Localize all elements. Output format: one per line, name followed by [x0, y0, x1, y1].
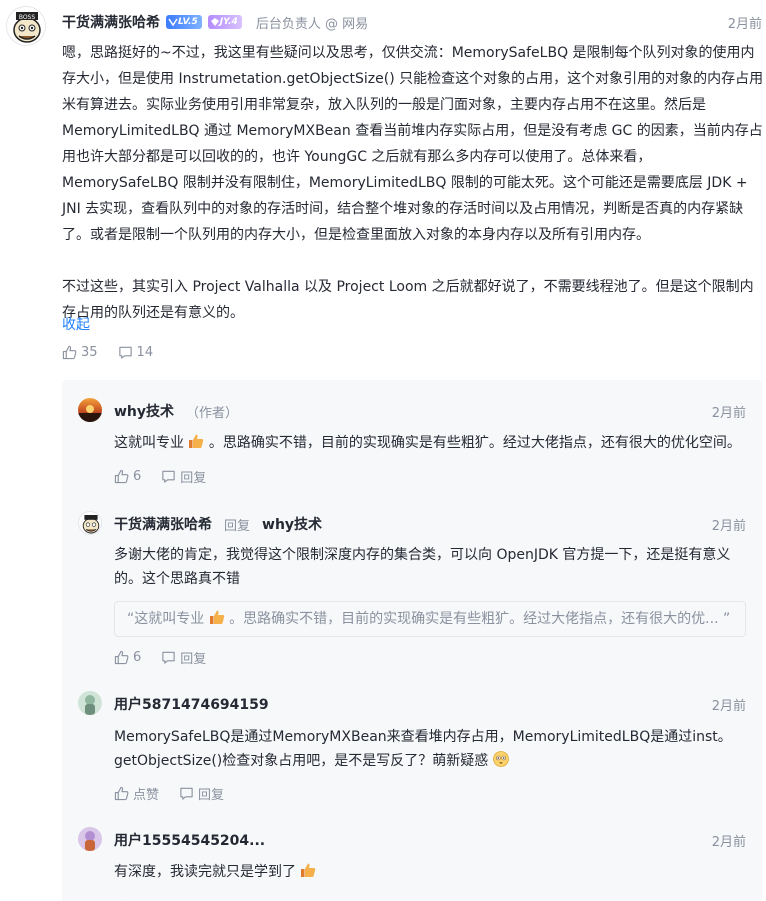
- reply-time: 2月前: [711, 518, 746, 534]
- diamond-icon: [210, 18, 219, 26]
- like-button[interactable]: 6: [114, 469, 141, 484]
- reply-header: 用户15554545204... 2月前: [114, 830, 746, 850]
- reply-list: why技术 （作者） 2月前 这就叫专业 。思路确实不错，目前的实现确实是有些粗…: [62, 380, 762, 901]
- comment-header: 干货满满张哈希 LV.5 JY.4 后台负责人 @ 网易 2月前: [62, 12, 762, 32]
- reply-author[interactable]: 干货满满张哈希: [114, 514, 212, 534]
- reply-avatar[interactable]: [78, 398, 102, 422]
- reply-avatar[interactable]: [78, 511, 102, 535]
- comment-actions: 35 14: [62, 345, 173, 360]
- reply-header: why技术 （作者） 2月前: [114, 401, 746, 421]
- reply-text: MemorySafeLBQ是通过MemoryMXBean来查看堆内存占用，Mem…: [114, 729, 732, 769]
- reply-author[interactable]: why技术: [114, 401, 174, 421]
- reply-actions: 6 回复: [114, 648, 226, 667]
- reply-actions: 点赞 回复: [114, 784, 244, 803]
- like-count: 35: [81, 345, 98, 360]
- comment-paragraph: 不过这些，其实引入 Project Valhalla 以及 Project Lo…: [62, 279, 754, 321]
- reply-label: 回复: [180, 471, 207, 486]
- reply-content: 这就叫专业 。思路确实不错，目前的实现确实是有些粗犷。经过大佬指点，还有很大的优…: [114, 431, 746, 455]
- reply-button[interactable]: 回复: [161, 648, 206, 667]
- comment-count: 14: [136, 345, 154, 360]
- reply-avatar[interactable]: [78, 827, 102, 851]
- quote-text: 。思路确实不错，目前的实现确实是有些粗犷。经过大佬指点，还有很大的优... ”: [229, 611, 731, 627]
- like-button[interactable]: 点赞: [114, 784, 159, 803]
- flushed-face-emoji-icon: [492, 751, 509, 767]
- comment-time: 2月前: [727, 16, 762, 32]
- collapse-link[interactable]: 收起: [62, 314, 90, 334]
- level-text: LV.5: [178, 17, 198, 27]
- reply-author[interactable]: 用户5871474694159: [114, 694, 269, 714]
- svg-text:BOSS: BOSS: [19, 14, 36, 21]
- level-icon: [168, 18, 178, 27]
- thumbs-up-icon: [114, 786, 129, 801]
- reply-header: 干货满满张哈希 回复 why技术 2月前: [114, 514, 746, 534]
- reply-label: 回复: [198, 788, 225, 803]
- quoted-reply[interactable]: “这就叫专业 。思路确实不错，目前的实现确实是有些粗犷。经过大佬指点，还有很大的…: [114, 601, 746, 637]
- like-label: 点赞: [133, 788, 160, 803]
- comment-icon: [162, 651, 175, 664]
- reply-label: 回复: [180, 652, 207, 667]
- reply-avatar[interactable]: [78, 691, 102, 715]
- jy-badge[interactable]: JY.4: [207, 15, 242, 29]
- comment-icon: [180, 787, 193, 800]
- like-count: 6: [133, 469, 142, 484]
- comment-icon: [162, 470, 175, 483]
- thumbs-up-emoji-icon: [189, 434, 204, 448]
- thumbs-up-emoji-icon: [301, 863, 316, 877]
- jy-text: JY.4: [219, 17, 238, 27]
- reply-text: 。思路确实不错，目前的实现确实是有些粗犷。经过大佬指点，还有很大的优化空间。: [208, 435, 741, 451]
- reply-to-word: 回复: [224, 518, 251, 534]
- comment-icon: [118, 346, 132, 359]
- comment-button[interactable]: 14: [118, 345, 154, 360]
- reply-author[interactable]: 用户15554545204...: [114, 830, 265, 850]
- reply-button[interactable]: 回复: [179, 784, 224, 803]
- like-button[interactable]: 6: [114, 650, 141, 665]
- thumbs-up-icon: [114, 650, 129, 665]
- level-badge[interactable]: LV.5: [166, 15, 202, 29]
- thumbs-up-icon: [62, 345, 77, 360]
- author-name[interactable]: 干货满满张哈希: [62, 12, 160, 32]
- author-job: 后台负责人 @ 网易: [255, 16, 369, 32]
- reply-content: 有深度，我读完就只是学到了: [114, 860, 746, 884]
- reply-target[interactable]: why技术: [262, 514, 322, 534]
- reply-time: 2月前: [711, 405, 746, 421]
- reply-text: 有深度，我读完就只是学到了: [114, 864, 296, 880]
- reply-button[interactable]: 回复: [161, 467, 206, 486]
- comment-content: 嗯，思路挺好的~不过，我这里有些疑问以及思考，仅供交流：MemorySafeLB…: [62, 40, 764, 326]
- comment-paragraph: 嗯，思路挺好的~不过，我这里有些疑问以及思考，仅供交流：MemorySafeLB…: [62, 45, 764, 243]
- author-avatar[interactable]: BOSS: [6, 6, 46, 46]
- reply-content: 多谢大佬的肯定，我觉得这个限制深度内存的集合类，可以向 OpenJDK 官方提一…: [114, 547, 731, 587]
- author-tag: （作者）: [186, 405, 239, 421]
- thumbs-up-emoji-icon: [209, 610, 224, 624]
- reply-content: MemorySafeLBQ是通过MemoryMXBean来查看堆内存占用，Mem…: [114, 725, 746, 773]
- quote-text: “这就叫专业: [127, 611, 205, 627]
- reply-header: 用户5871474694159 2月前: [114, 694, 746, 714]
- reply-time: 2月前: [711, 698, 746, 714]
- like-count: 6: [133, 650, 142, 665]
- reply-actions: 6 回复: [114, 467, 226, 486]
- like-button[interactable]: 35: [62, 345, 98, 360]
- reply-time: 2月前: [711, 834, 746, 850]
- reply-text: 这就叫专业: [114, 435, 184, 451]
- thumbs-up-icon: [114, 469, 129, 484]
